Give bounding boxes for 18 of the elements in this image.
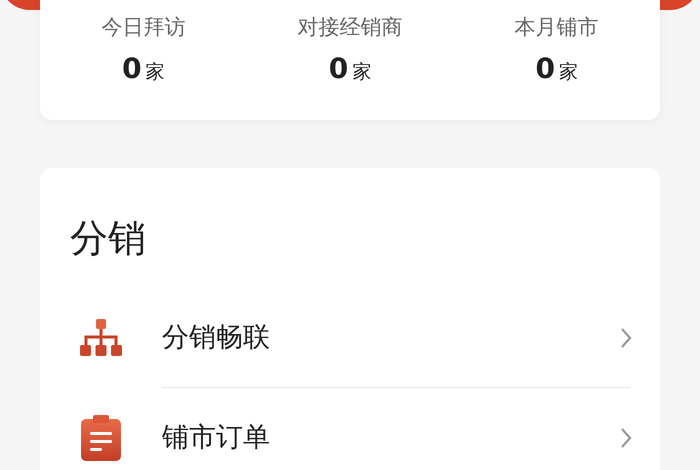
menu-item[interactable]: 铺市订单 (40, 388, 660, 470)
menu-item-label: 铺市订单 (162, 420, 270, 455)
stat-label: 对接经销商 (298, 14, 402, 41)
stat-value: 0 (122, 52, 142, 86)
stat-label: 今日拜访 (101, 14, 186, 41)
menu-item-label: 分销畅联 (162, 320, 270, 355)
clipboard-icon (81, 415, 121, 461)
hierarchy-icon (80, 319, 122, 357)
chevron-icon (620, 427, 632, 449)
menu-item[interactable]: 分销畅联 (40, 288, 660, 388)
stat-unit: 家 (558, 60, 578, 85)
section-title: 分销 (70, 215, 147, 262)
stat-value: 0 (328, 52, 348, 86)
stat-value: 0 (535, 52, 555, 86)
chevron-icon (620, 327, 632, 349)
stat-label: 本月铺市 (514, 14, 599, 41)
stat-unit: 家 (352, 60, 372, 85)
stat-unit: 家 (146, 60, 165, 85)
